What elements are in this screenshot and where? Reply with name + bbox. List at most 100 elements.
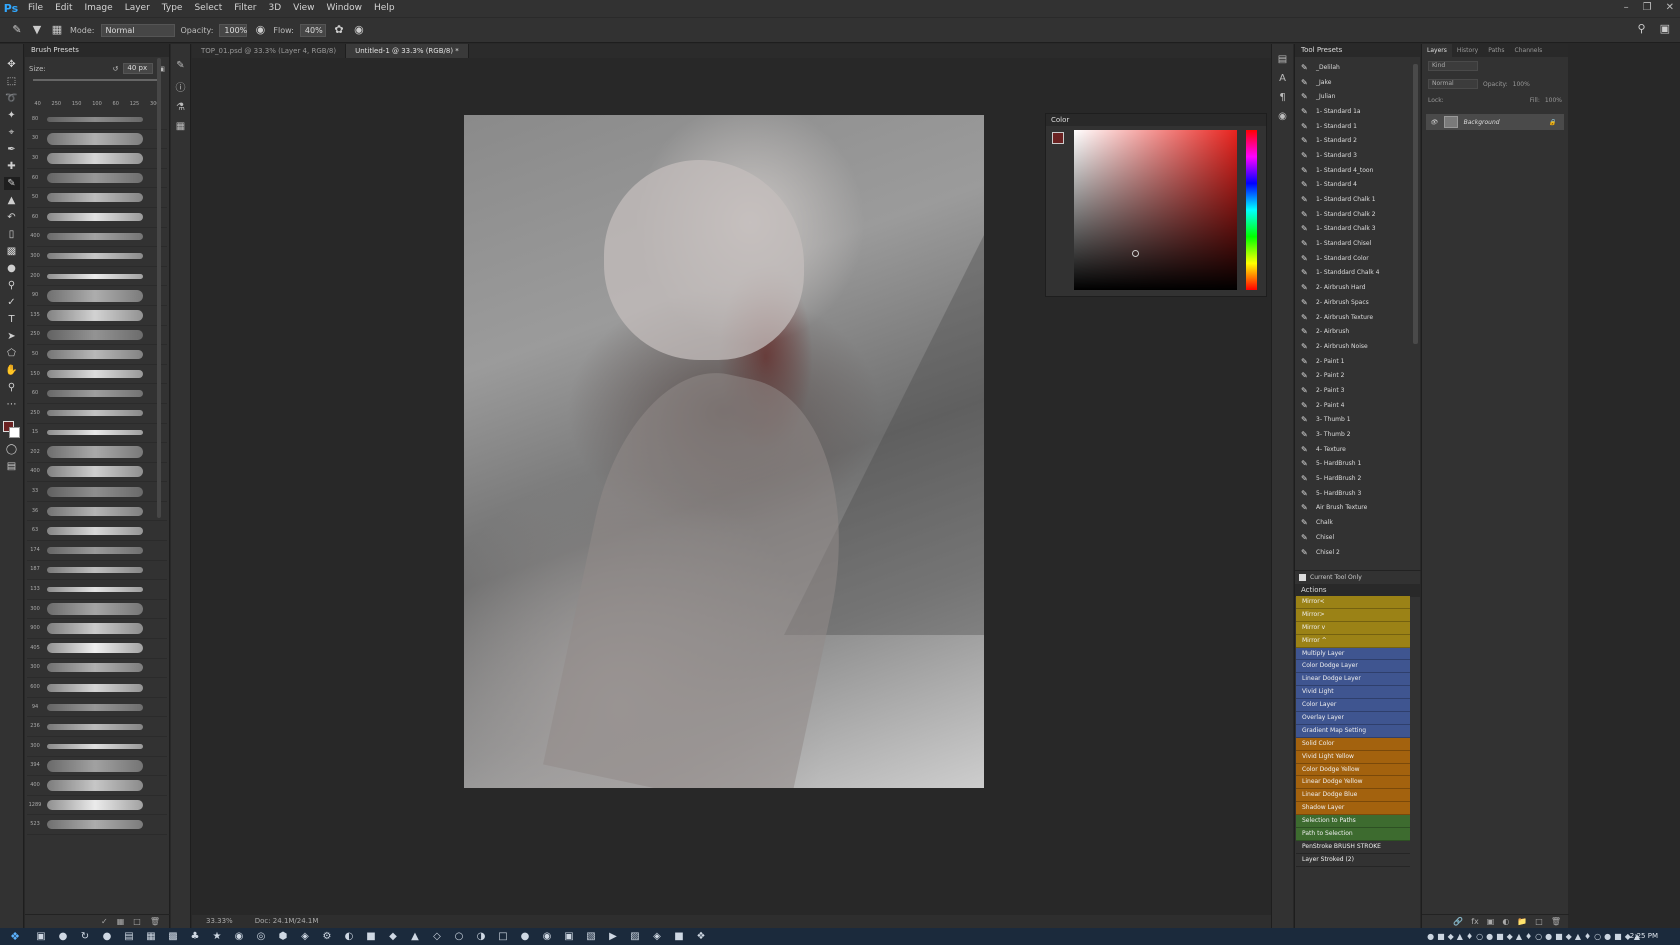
doc-tab-top01[interactable]: TOP_01.psd @ 33.3% (Layer 4, RGB/8) <box>192 44 347 58</box>
tool-presets-scrollbar[interactable] <box>1413 64 1418 344</box>
brush-preset-item[interactable]: 60 <box>27 208 167 228</box>
tool-preset-item[interactable]: ✎ 1- Standard Chalk 1 <box>1297 192 1409 207</box>
tab-history[interactable]: History <box>1452 44 1483 57</box>
tray-icon[interactable]: ◆ <box>1566 932 1572 941</box>
brush-preset-picker-icon[interactable]: ▼ <box>30 23 44 37</box>
new-brush-icon[interactable]: □ <box>133 915 141 928</box>
table-icon[interactable]: ▦ <box>176 121 185 132</box>
brush-list-scrollbar[interactable] <box>157 58 161 518</box>
action-button[interactable]: Linear Dodge Yellow <box>1296 776 1410 790</box>
eyedropper-icon[interactable]: ✒ <box>4 143 20 156</box>
search-icon[interactable]: ⚲ <box>1638 22 1646 35</box>
brush-preset-item[interactable]: 400 <box>27 228 167 248</box>
tray-icon[interactable]: ○ <box>1476 932 1483 941</box>
brush-preset-item[interactable]: 187 <box>27 561 167 581</box>
brush-panel-toggle-icon[interactable]: ▦ <box>50 23 64 37</box>
brush-preset-item[interactable]: 900 <box>27 619 167 640</box>
brush-preset-item[interactable]: 150 <box>27 365 167 385</box>
action-button[interactable]: Overlay Layer <box>1296 712 1410 725</box>
quick-mask-icon[interactable]: ◯ <box>4 443 20 456</box>
brush-preset-item[interactable]: 50 <box>27 188 167 208</box>
tool-preset-item[interactable]: ✎ 1- Standard 1 <box>1297 119 1409 134</box>
tray-icon[interactable]: ▲ <box>1457 932 1463 941</box>
clone-stamp-icon[interactable]: ▲ <box>4 194 20 207</box>
taskbar-clock[interactable]: 2:25 PM <box>1630 928 1658 945</box>
taskview-icon[interactable]: ▣ <box>30 928 52 945</box>
action-button[interactable]: Shadow Layer <box>1296 802 1410 816</box>
toggle-brush-panel-icon[interactable]: ✓ <box>101 915 108 928</box>
recent-brush[interactable]: 40 <box>34 101 40 107</box>
delete-brush-icon[interactable]: 🗑 <box>150 915 160 928</box>
brush-presets-tab[interactable]: Brush Presets <box>25 44 169 57</box>
app-icon[interactable]: ● <box>514 928 536 945</box>
tray-icon[interactable]: ○ <box>1594 932 1601 941</box>
brush-preset-item[interactable]: 63 <box>27 521 167 542</box>
brush-preset-item[interactable]: 250 <box>27 404 167 424</box>
clone-source-icon[interactable]: ⚗ <box>176 102 185 113</box>
tab-paths[interactable]: Paths <box>1483 44 1509 57</box>
app-icon[interactable]: ★ <box>206 928 228 945</box>
doc-tab-untitled[interactable]: Untitled-1 @ 33.3% (RGB/8) * <box>346 44 469 58</box>
tool-preset-item[interactable]: ✎ 2- Airbrush Hard <box>1297 280 1409 295</box>
add-mask-icon[interactable]: ▣ <box>1487 915 1495 928</box>
tool-preset-item[interactable]: ✎ 1- Standdard Chalk 4 <box>1297 266 1409 281</box>
tool-preset-item[interactable]: ✎ 2- Paint 1 <box>1297 354 1409 369</box>
brush-preset-item[interactable]: 90 <box>27 286 167 306</box>
brush-preset-item[interactable]: 30 <box>27 149 167 169</box>
menu-window[interactable]: Window <box>321 0 369 17</box>
app-icon[interactable]: ❖ <box>690 928 712 945</box>
tray-icon[interactable]: ■ <box>1496 932 1504 941</box>
brush-preset-item[interactable]: 1289 <box>27 796 167 816</box>
recent-brush[interactable]: 100 <box>92 101 102 107</box>
tool-preset-item[interactable]: ✎ 5- HardBrush 1 <box>1297 457 1409 472</box>
fx-icon[interactable]: fx <box>1471 915 1479 928</box>
tool-preset-item[interactable]: ✎ 3- Thumb 1 <box>1297 413 1409 428</box>
eraser-icon[interactable]: ▯ <box>4 228 20 241</box>
color-panel-title[interactable]: Color <box>1046 114 1266 126</box>
mode-select[interactable]: Normal <box>100 23 175 37</box>
flow-field[interactable]: 40% <box>299 23 326 37</box>
action-button[interactable]: Layer Stroked (2) <box>1296 853 1410 867</box>
layer-opacity-value[interactable]: 100% <box>1513 81 1530 88</box>
brush-preset-item[interactable]: 60 <box>27 169 167 189</box>
color-icon[interactable]: ◉ <box>1278 111 1287 122</box>
path-select-icon[interactable]: ➤ <box>4 330 20 343</box>
app-icon[interactable]: ♣ <box>184 928 206 945</box>
app-icon[interactable]: ⬢ <box>272 928 294 945</box>
tool-preset-item[interactable]: ✎ 5- HardBrush 2 <box>1297 471 1409 486</box>
screen-mode-icon[interactable]: ▤ <box>4 460 20 473</box>
brush-preset-item[interactable]: 80 <box>27 110 167 130</box>
color-fg-swatch[interactable] <box>1052 132 1064 144</box>
tool-preset-item[interactable]: ✎ 1- Standard 1a <box>1297 104 1409 119</box>
color-picker-field[interactable] <box>1074 130 1237 290</box>
app-icon[interactable]: ◆ <box>382 928 404 945</box>
action-button[interactable]: Solid Color <box>1296 737 1410 751</box>
tray-icon[interactable]: ■ <box>1614 932 1622 941</box>
tool-preset-item[interactable]: ✎ 1- Standard 2 <box>1297 133 1409 148</box>
app-icon[interactable]: ◉ <box>228 928 250 945</box>
app-icon[interactable]: ▩ <box>162 928 184 945</box>
settings-app-icon[interactable]: ⚙ <box>316 928 338 945</box>
action-button[interactable]: Color Layer <box>1296 699 1410 713</box>
brush-preset-item[interactable]: 523 <box>27 815 167 835</box>
airbrush-icon[interactable]: ✿ <box>332 23 346 37</box>
brush-preset-item[interactable]: 394 <box>27 757 167 777</box>
close-icon[interactable]: ✕ <box>1666 0 1674 15</box>
brush-preset-item[interactable]: 133 <box>27 580 167 600</box>
tray-icon[interactable]: ♦ <box>1525 932 1532 941</box>
refresh-app-icon[interactable]: ↻ <box>74 928 96 945</box>
fill-value[interactable]: 100% <box>1545 97 1562 104</box>
action-button[interactable]: Mirror> <box>1296 608 1410 622</box>
zoom-level[interactable]: 33.33% <box>206 915 233 928</box>
tray-icon[interactable]: ○ <box>1535 932 1542 941</box>
dodge-tool-icon[interactable]: ⚲ <box>4 279 20 292</box>
hue-slider[interactable] <box>1246 130 1257 290</box>
action-button[interactable]: Mirror ^ <box>1296 634 1410 648</box>
visibility-eye-icon[interactable]: 👁 <box>1430 119 1438 126</box>
move-tool-icon[interactable]: ✥ <box>4 58 20 71</box>
app-icon[interactable]: ◉ <box>536 928 558 945</box>
brush-preset-item[interactable]: 236 <box>27 717 167 737</box>
action-button[interactable]: Linear Dodge Layer <box>1296 673 1410 687</box>
app-icon[interactable]: ▤ <box>118 928 140 945</box>
tool-preset-item[interactable]: ✎ _Jake <box>1297 75 1409 90</box>
